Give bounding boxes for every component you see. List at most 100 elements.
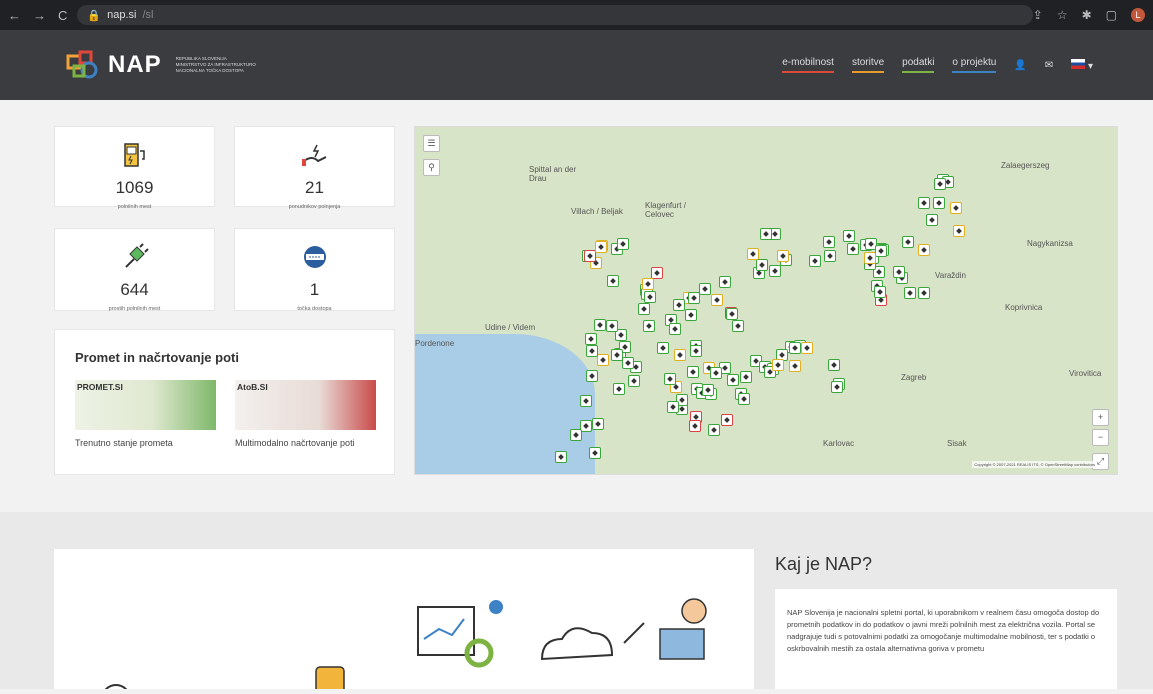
charging-marker[interactable] — [666, 400, 679, 413]
charging-marker[interactable] — [585, 344, 598, 357]
charging-marker[interactable] — [684, 309, 697, 322]
charging-marker[interactable] — [950, 202, 963, 215]
extensions-icon[interactable]: ✱ — [1082, 8, 1092, 22]
charging-marker[interactable] — [555, 450, 568, 463]
plug-filter-icon[interactable]: ⚲ — [423, 159, 440, 176]
charging-marker[interactable] — [901, 236, 914, 249]
charging-marker[interactable] — [569, 428, 582, 441]
charging-marker[interactable] — [874, 245, 887, 258]
charging-marker[interactable] — [637, 303, 650, 316]
charging-marker[interactable] — [668, 322, 681, 335]
charging-marker[interactable] — [689, 420, 701, 433]
nav-o-projektu[interactable]: o projektu — [952, 57, 997, 73]
zoom-out-button[interactable]: − — [1092, 429, 1109, 446]
charging-marker[interactable] — [579, 394, 592, 407]
charging-marker[interactable] — [725, 307, 738, 320]
charging-marker[interactable] — [720, 413, 733, 426]
mail-icon[interactable]: ✉ — [1045, 60, 1053, 71]
charging-marker[interactable] — [641, 278, 654, 291]
nap-logo[interactable]: NAP REPUBLIKA SLOVENIJA MINISTRSTVO ZA I… — [66, 50, 256, 80]
promet-si-tile[interactable]: PROMET.SI — [75, 380, 216, 430]
zoom-in-button[interactable]: + — [1092, 409, 1109, 426]
charging-marker[interactable] — [769, 265, 781, 278]
filter-icon[interactable]: ☰ — [423, 135, 440, 152]
charging-marker[interactable] — [903, 287, 916, 300]
back-icon[interactable]: ← — [8, 8, 21, 23]
charging-marker[interactable] — [643, 291, 656, 304]
charging-marker[interactable] — [847, 242, 860, 255]
charging-marker[interactable] — [597, 354, 610, 367]
charging-marker[interactable] — [932, 197, 945, 210]
charging-marker[interactable] — [892, 265, 905, 278]
profile-avatar[interactable]: L — [1131, 8, 1145, 22]
charging-marker[interactable] — [621, 357, 634, 370]
charging-marker[interactable] — [594, 241, 607, 254]
charging-marker[interactable] — [709, 367, 722, 380]
nav-storitve[interactable]: storitve — [851, 57, 885, 73]
reload-icon[interactable]: C — [58, 8, 67, 23]
charging-marker[interactable] — [686, 365, 699, 378]
charging-marker[interactable] — [702, 384, 715, 397]
charging-marker[interactable] — [651, 267, 664, 280]
charging-marker[interactable] — [823, 236, 836, 249]
charging-marker[interactable] — [605, 319, 618, 332]
charging-marker[interactable] — [710, 294, 723, 307]
charging-marker[interactable] — [828, 359, 841, 372]
charging-map[interactable]: ☰ ⚲ Spittal an der Drau Villach / Beljak… — [414, 126, 1118, 475]
charging-marker[interactable] — [800, 341, 813, 354]
nav-e-mobilnost[interactable]: e-mobilnost — [782, 57, 834, 73]
charging-marker[interactable] — [583, 250, 596, 263]
charging-marker[interactable] — [719, 275, 732, 288]
charging-marker[interactable] — [588, 447, 601, 460]
charging-marker[interactable] — [617, 237, 630, 250]
charging-marker[interactable] — [760, 228, 773, 241]
charging-marker[interactable] — [788, 359, 801, 372]
charging-marker[interactable] — [874, 285, 887, 298]
charging-marker[interactable] — [731, 320, 744, 333]
charging-marker[interactable] — [777, 250, 790, 263]
charging-marker[interactable] — [918, 243, 931, 256]
address-bar[interactable]: 🔒 nap.si/sl — [77, 5, 1033, 25]
charging-marker[interactable] — [864, 252, 877, 265]
charging-marker[interactable] — [831, 380, 844, 393]
charging-marker[interactable] — [657, 342, 670, 355]
charging-marker[interactable] — [687, 292, 700, 305]
charging-marker[interactable] — [591, 417, 604, 430]
charging-marker[interactable] — [756, 258, 769, 271]
charging-marker[interactable] — [606, 274, 619, 287]
window-icon[interactable]: ▢ — [1106, 8, 1117, 22]
charging-marker[interactable] — [707, 423, 720, 436]
charging-marker[interactable] — [952, 225, 965, 238]
bookmark-star-icon[interactable]: ☆ — [1057, 8, 1068, 22]
charging-marker[interactable] — [918, 196, 931, 209]
charging-marker[interactable] — [926, 213, 939, 226]
charging-marker[interactable] — [585, 333, 598, 345]
charging-marker[interactable] — [772, 358, 785, 371]
charging-marker[interactable] — [673, 349, 686, 362]
charging-marker[interactable] — [789, 341, 802, 354]
charging-marker[interactable] — [613, 383, 626, 396]
charging-marker[interactable] — [689, 344, 702, 357]
charging-marker[interactable] — [918, 287, 931, 300]
charging-marker[interactable] — [698, 283, 711, 296]
charging-marker[interactable] — [808, 254, 821, 267]
charging-marker[interactable] — [672, 299, 685, 312]
charging-marker[interactable] — [843, 230, 856, 243]
nav-podatki[interactable]: podatki — [902, 57, 935, 73]
charging-marker[interactable] — [727, 374, 740, 387]
atob-si-tile[interactable]: AtoB.SI — [235, 380, 376, 430]
charging-marker[interactable] — [664, 373, 677, 386]
charging-marker[interactable] — [746, 248, 759, 261]
charging-marker[interactable] — [740, 371, 753, 384]
share-icon[interactable]: ⇪ — [1033, 8, 1043, 22]
charging-marker[interactable] — [642, 319, 655, 332]
promet-si-caption[interactable]: Trenutno stanje prometa — [75, 438, 173, 448]
forward-icon[interactable]: → — [33, 8, 46, 23]
charging-marker[interactable] — [823, 250, 836, 263]
atob-si-caption[interactable]: Multimodalno načrtovanje poti — [235, 438, 355, 448]
charging-marker[interactable] — [593, 318, 606, 331]
charging-marker[interactable] — [610, 348, 623, 361]
charging-marker[interactable] — [934, 177, 947, 190]
charging-marker[interactable] — [627, 374, 640, 387]
charging-marker[interactable] — [586, 369, 599, 382]
